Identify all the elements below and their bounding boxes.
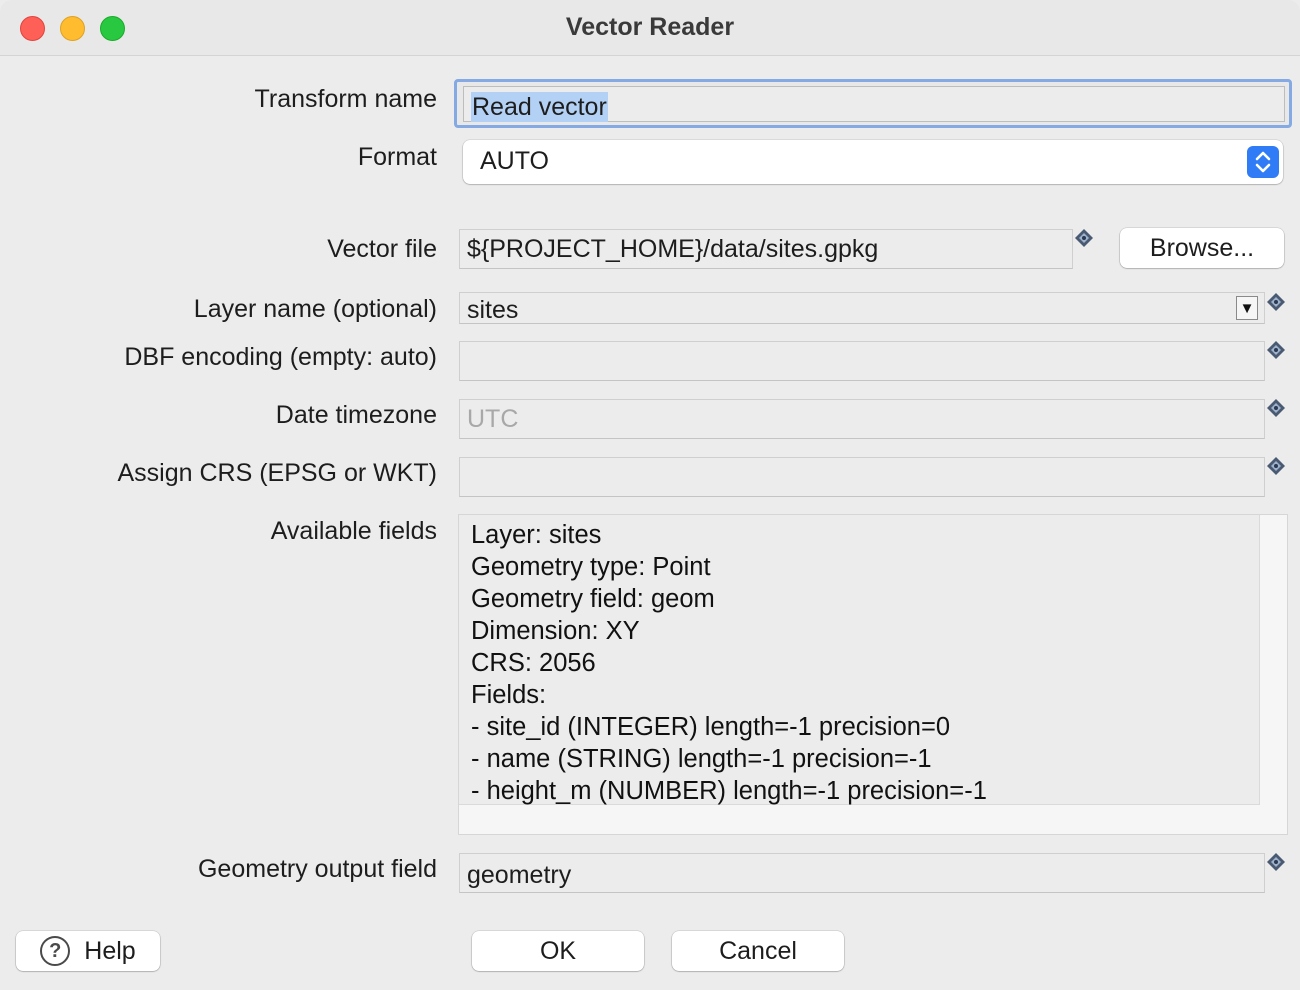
vector-reader-dialog: Vector Reader Transform name Read vector… (0, 0, 1300, 990)
variable-diamond-icon[interactable] (1266, 852, 1286, 872)
vector-file-value: ${PROJECT_HOME}/data/sites.gpkg (467, 234, 879, 263)
ok-button[interactable]: OK (472, 931, 644, 971)
variable-diamond-icon[interactable] (1266, 456, 1286, 476)
layer-name-combobox[interactable]: sites ▼ (459, 292, 1265, 324)
dbf-encoding-label: DBF encoding (empty: auto) (124, 343, 437, 371)
help-button-label: Help (84, 936, 136, 965)
date-timezone-input[interactable]: UTC (459, 399, 1265, 439)
available-fields-textarea[interactable]: Layer: sites Geometry type: Point Geomet… (458, 514, 1288, 835)
cancel-button[interactable]: Cancel (672, 931, 844, 971)
assign-crs-label: Assign CRS (EPSG or WKT) (117, 459, 438, 487)
browse-button[interactable]: Browse... (1120, 228, 1284, 268)
available-fields-line: Geometry field: geom (471, 585, 715, 613)
transform-name-label: Transform name (254, 85, 437, 113)
layer-name-label: Layer name (optional) (193, 295, 437, 323)
geometry-output-field-value: geometry (467, 860, 572, 889)
dbf-encoding-input[interactable] (459, 341, 1265, 381)
transform-name-input[interactable]: Read vector (454, 79, 1292, 128)
available-fields-line: Fields: (471, 681, 547, 709)
geometry-output-field-input[interactable]: geometry (459, 853, 1265, 893)
format-label: Format (357, 143, 437, 171)
available-fields-line: - site_id (INTEGER) length=-1 precision=… (471, 713, 951, 741)
variable-diamond-icon[interactable] (1266, 292, 1286, 312)
available-fields-line: CRS: 2056 (471, 649, 596, 677)
variable-diamond-icon[interactable] (1266, 340, 1286, 360)
date-timezone-label: Date timezone (275, 401, 437, 429)
vector-file-input[interactable]: ${PROJECT_HOME}/data/sites.gpkg (459, 229, 1073, 269)
vector-file-label: Vector file (327, 235, 437, 263)
format-select[interactable]: AUTO (463, 140, 1283, 184)
layer-name-value: sites (467, 295, 519, 324)
variable-diamond-icon[interactable] (1266, 398, 1286, 418)
transform-name-input-frame: Read vector (463, 86, 1285, 122)
available-fields-line: Layer: sites (471, 521, 602, 549)
assign-crs-input[interactable] (459, 457, 1265, 497)
dropdown-arrow-icon[interactable]: ▼ (1236, 296, 1258, 320)
available-fields-content: Layer: sites Geometry type: Point Geomet… (459, 515, 1260, 805)
format-value: AUTO (480, 147, 549, 175)
geometry-output-field-label: Geometry output field (197, 855, 437, 883)
available-fields-label: Available fields (270, 517, 437, 545)
help-button[interactable]: ? Help (16, 931, 160, 971)
title-bar: Vector Reader (0, 0, 1300, 56)
variable-diamond-icon[interactable] (1074, 228, 1094, 248)
window-title: Vector Reader (565, 13, 735, 41)
available-fields-line: - name (STRING) length=-1 precision=-1 (471, 745, 932, 773)
available-fields-line: Geometry type: Point (471, 553, 711, 581)
available-fields-line: Dimension: XY (471, 617, 640, 645)
question-mark-icon: ? (40, 936, 71, 966)
date-timezone-placeholder: UTC (467, 404, 519, 433)
available-fields-line: - height_m (NUMBER) length=-1 precision=… (471, 777, 987, 805)
updown-chevron-icon (1247, 146, 1279, 178)
transform-name-value: Read vector (471, 92, 608, 122)
